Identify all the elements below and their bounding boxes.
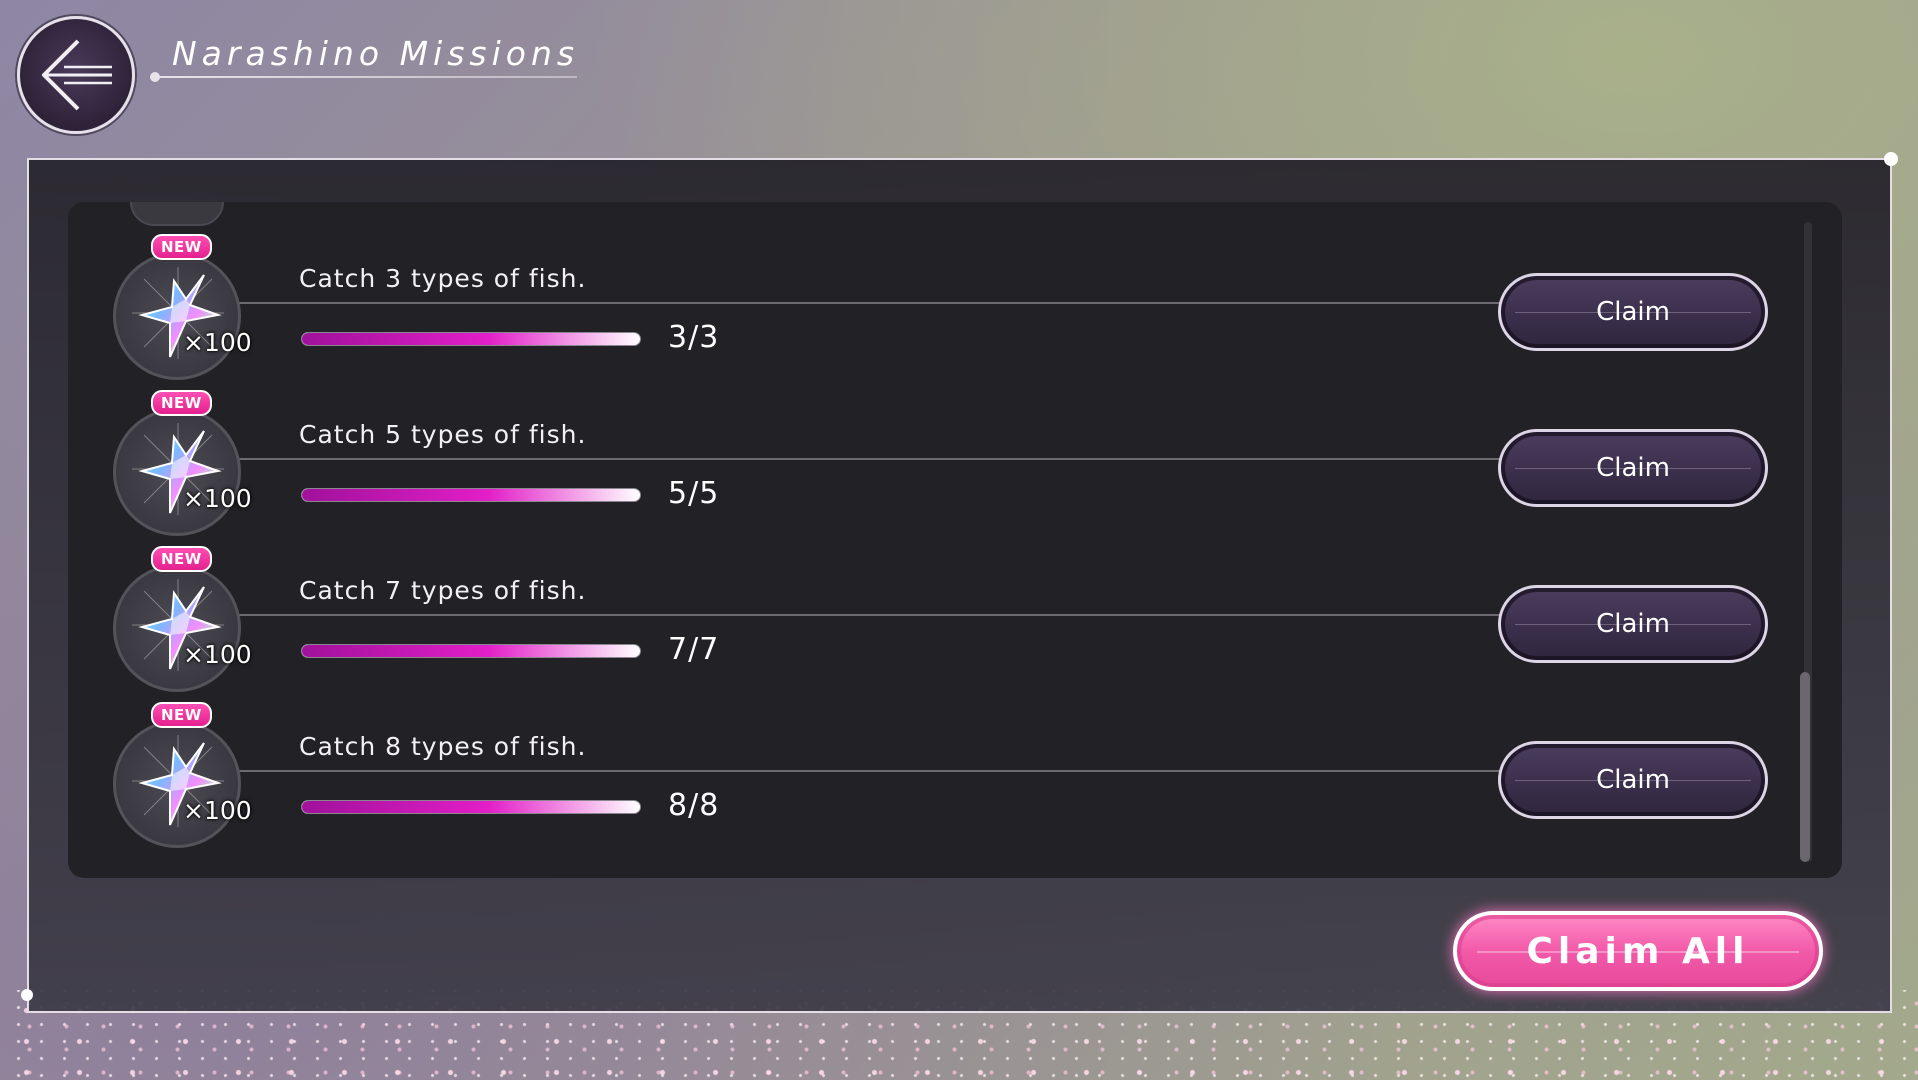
mission-description: Catch 5 types of fish.	[299, 420, 587, 449]
row-divider-line	[238, 614, 1592, 616]
title-underline	[152, 76, 577, 78]
mission-description: Catch 8 types of fish.	[299, 732, 587, 761]
claim-label: Claim	[1596, 297, 1670, 327]
panel-corner-decoration	[21, 989, 33, 1001]
new-badge: NEW	[151, 390, 212, 416]
claim-button[interactable]: Claim	[1498, 741, 1768, 819]
back-arrow-icon	[42, 39, 112, 111]
row-divider-line	[238, 770, 1592, 772]
reward-quantity: ×100	[183, 328, 252, 357]
row-divider-line	[238, 302, 1592, 304]
progress-bar	[301, 644, 641, 658]
progress-bar	[301, 488, 641, 502]
progress-count: 5/5	[668, 476, 720, 511]
mission-description: Catch 7 types of fish.	[299, 576, 587, 605]
mission-row: NEW ×100 Catch 7 types of fish. 7/7 Claim	[68, 546, 1842, 702]
progress-fill	[302, 801, 640, 813]
page-title: Narashino Missions	[172, 34, 580, 73]
reward-quantity: ×100	[183, 484, 252, 513]
reward-item-icon	[113, 564, 241, 692]
claim-all-label: Claim All	[1526, 930, 1750, 972]
scrollbar-thumb[interactable]	[1800, 672, 1810, 862]
claim-button[interactable]: Claim	[1498, 273, 1768, 351]
new-badge: NEW	[151, 702, 212, 728]
progress-count: 3/3	[668, 320, 720, 355]
progress-bar	[301, 332, 641, 346]
claim-all-button[interactable]: Claim All	[1453, 911, 1823, 991]
mission-row: NEW ×100 Catch 5 types of fish. 5/5 Claim	[68, 390, 1842, 546]
mission-row: NEW ×100 Catch 8 types of fish. 8/8 Claim	[68, 702, 1842, 858]
previous-mission-peek	[130, 202, 224, 226]
new-badge: NEW	[151, 234, 212, 260]
mission-description: Catch 3 types of fish.	[299, 264, 587, 293]
reward-quantity: ×100	[183, 640, 252, 669]
claim-label: Claim	[1596, 609, 1670, 639]
reward-item-icon	[113, 252, 241, 380]
progress-fill	[302, 333, 640, 345]
reward-item-icon	[113, 720, 241, 848]
back-button[interactable]	[17, 16, 135, 134]
mission-row: NEW ×100 Catch 3 types of fish. 3/3 Claim	[68, 234, 1842, 390]
progress-fill	[302, 489, 640, 501]
progress-fill	[302, 645, 640, 657]
progress-count: 8/8	[668, 788, 720, 823]
reward-quantity: ×100	[183, 796, 252, 825]
claim-label: Claim	[1596, 453, 1670, 483]
progress-count: 7/7	[668, 632, 720, 667]
new-badge: NEW	[151, 546, 212, 572]
panel-corner-decoration	[1884, 152, 1898, 166]
progress-bar	[301, 800, 641, 814]
claim-button[interactable]: Claim	[1498, 585, 1768, 663]
reward-item-icon	[113, 408, 241, 536]
row-divider-line	[238, 458, 1592, 460]
claim-label: Claim	[1596, 765, 1670, 795]
claim-button[interactable]: Claim	[1498, 429, 1768, 507]
